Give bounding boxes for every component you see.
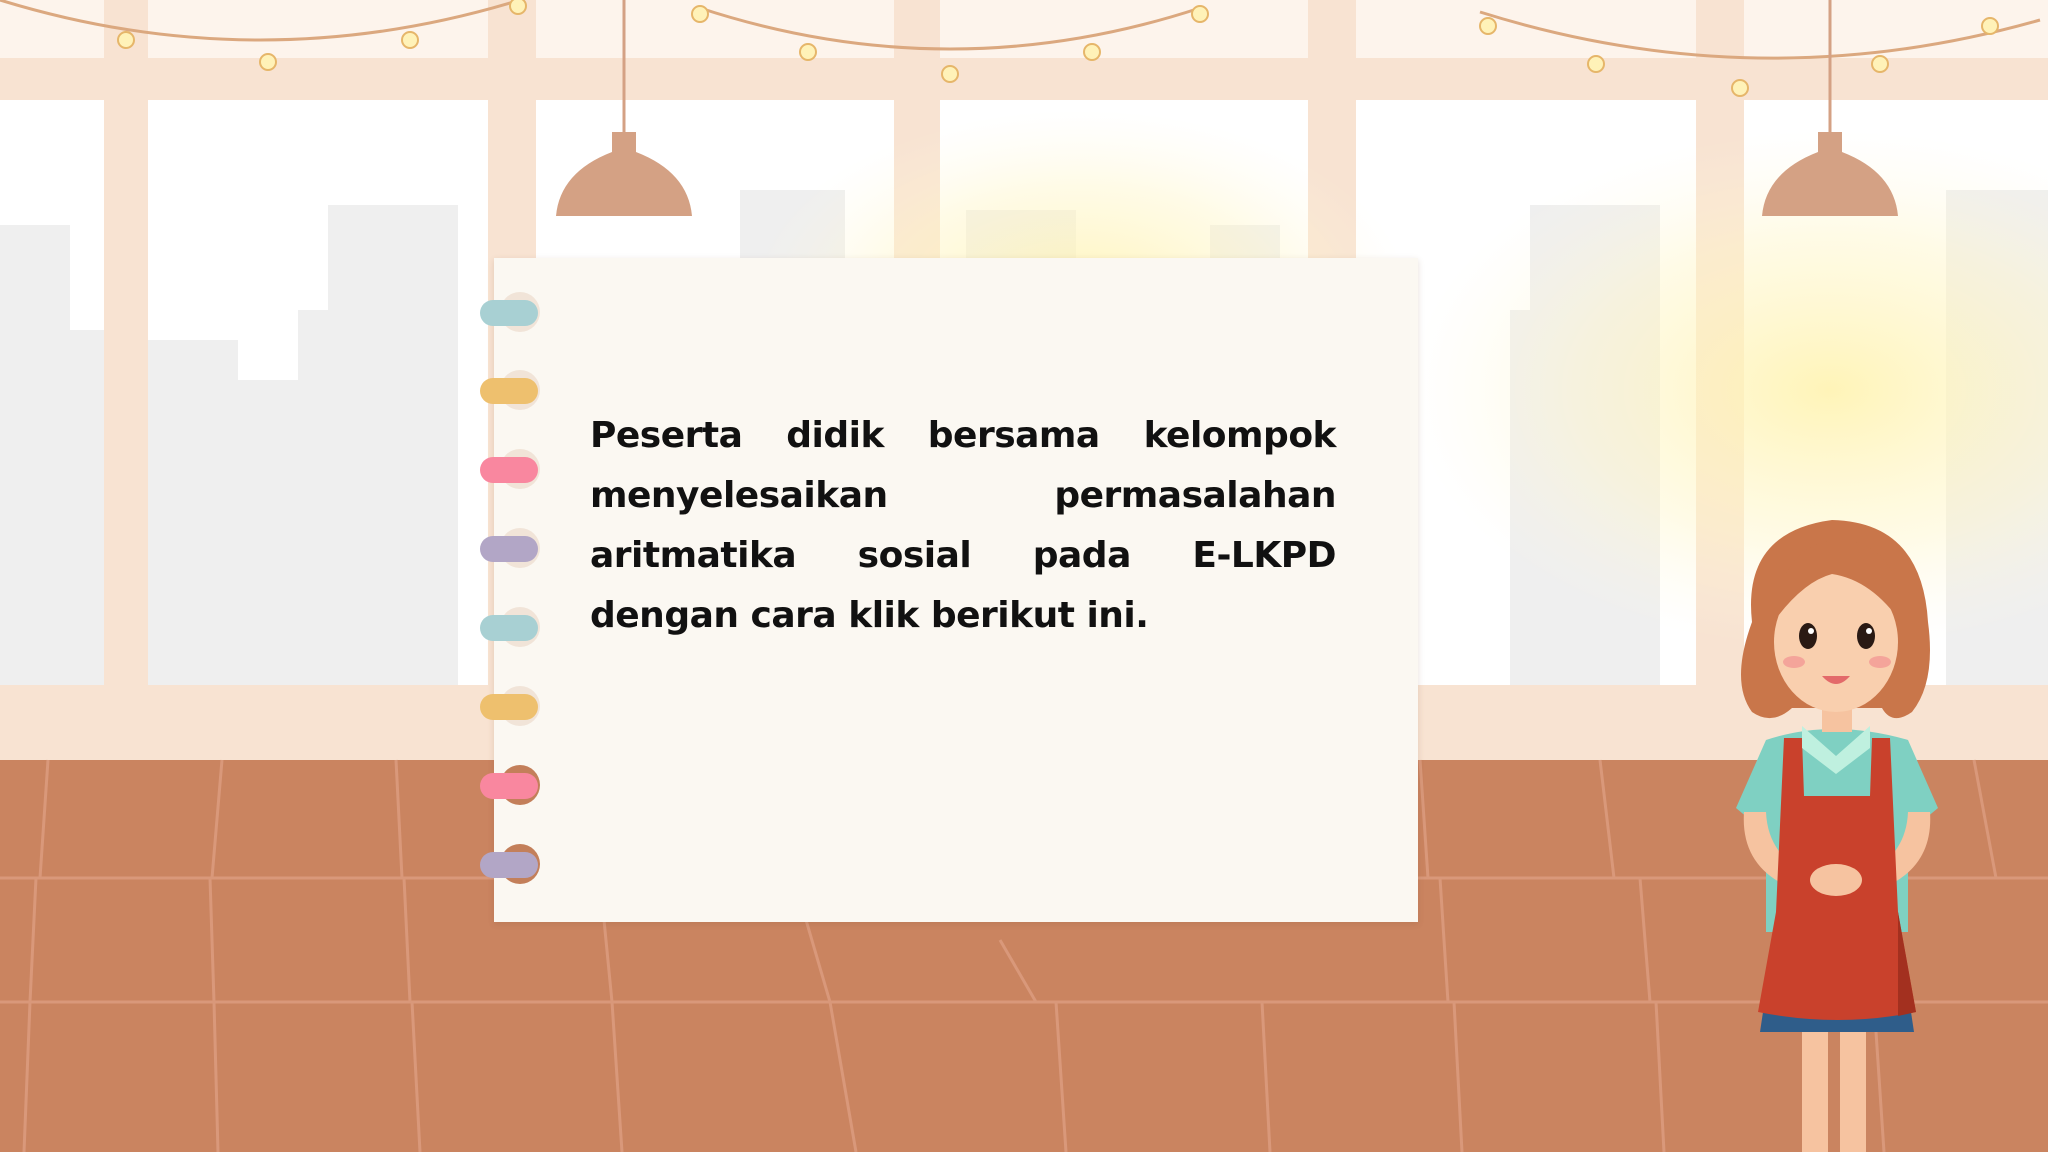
notebook-ring-icon	[480, 686, 540, 726]
slide-scene: Peserta didik bersama kelompok menyelesa…	[0, 0, 2048, 1152]
notebook-ring-icon	[480, 607, 540, 647]
notebook-ring-icon	[480, 449, 540, 489]
notebook-ring-icon	[480, 370, 540, 410]
notebook-ring-icon	[480, 844, 540, 884]
instruction-text: Peserta didik bersama kelompok menyelesa…	[590, 415, 1337, 636]
notebook-card: Peserta didik bersama kelompok menyelesa…	[480, 258, 1418, 922]
waitress-character-icon	[1736, 520, 1938, 1152]
notebook-ring-icon	[480, 765, 540, 805]
notebook-ring-icon	[480, 292, 540, 332]
notebook-ring-icon	[480, 528, 540, 568]
